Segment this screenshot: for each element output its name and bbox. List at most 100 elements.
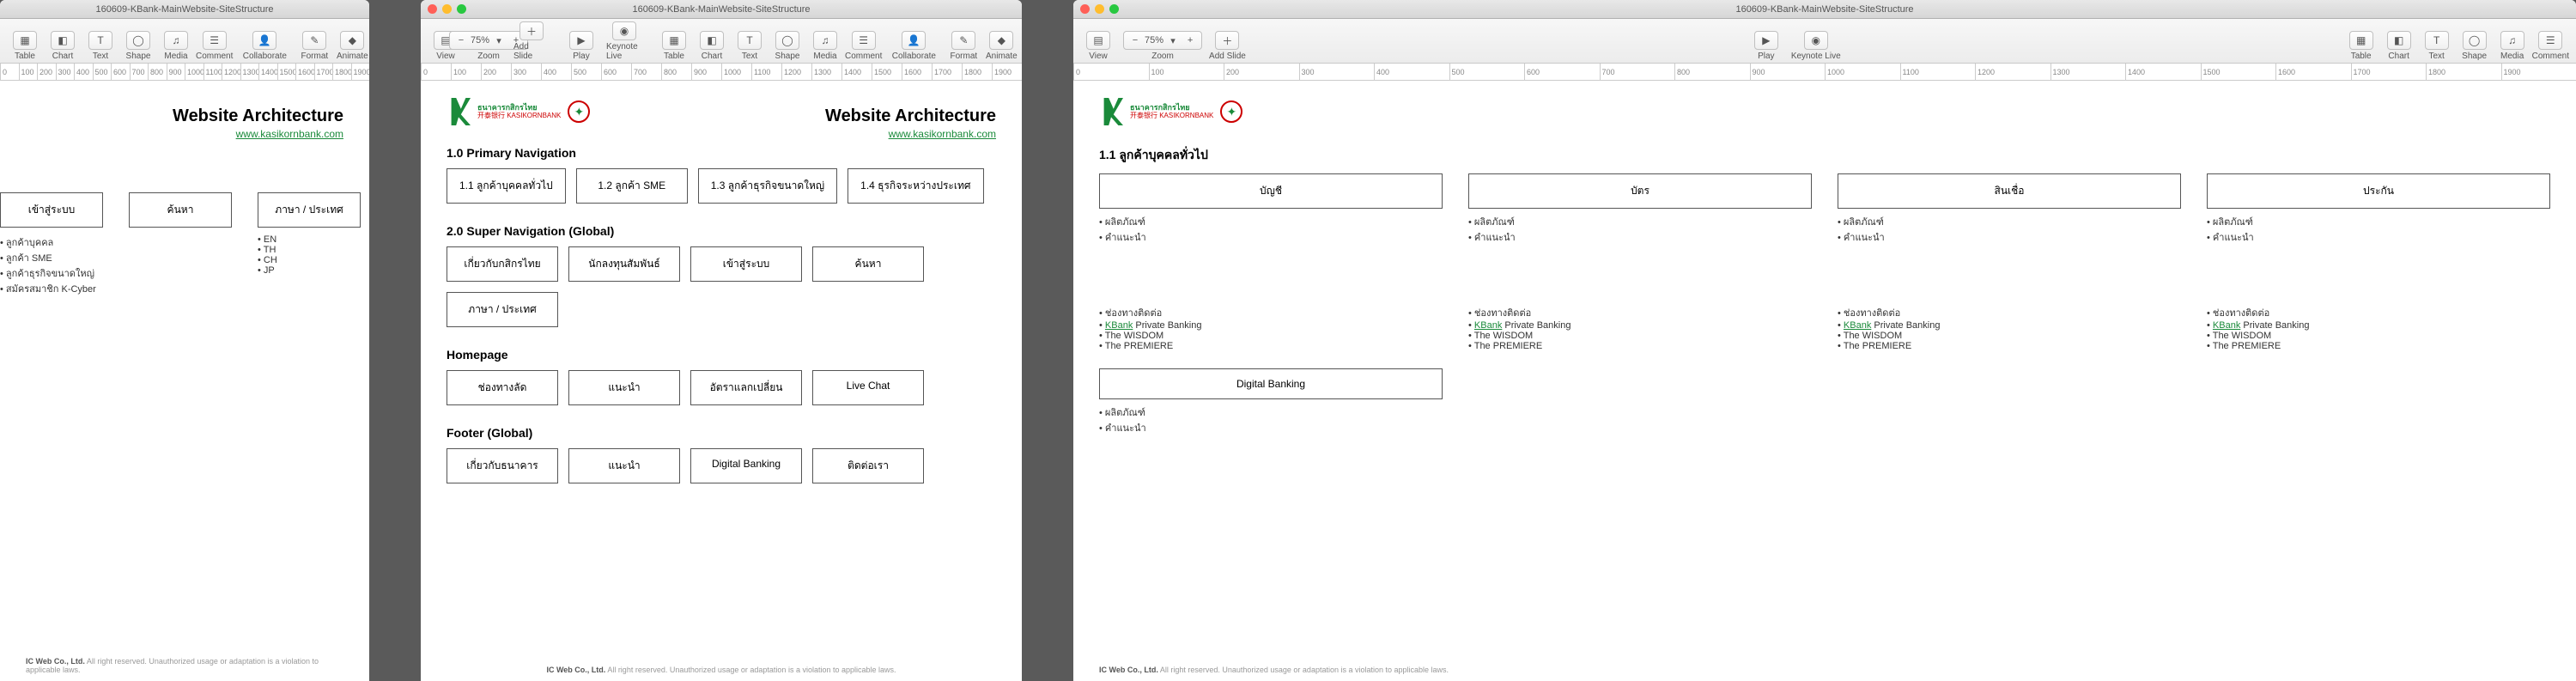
nav-box: 1.1 ลูกค้าบุคคลทั่วไป bbox=[447, 168, 566, 204]
toolbar-text[interactable]: TText bbox=[2419, 31, 2455, 61]
toolbar-media[interactable]: ♫Media bbox=[158, 31, 194, 61]
toolbar: ▤View −75%▾+ Zoom ＋Add Slide ▶Play ◉Keyn… bbox=[1073, 19, 2576, 64]
footer-text: All right reserved. Unauthorized usage o… bbox=[1160, 666, 1449, 674]
comment-icon: ☰ bbox=[2538, 31, 2562, 50]
slide-canvas: ธนาคารกสิกรไทย 开泰银行 KASIKORNBANK ✦ 1.1 ล… bbox=[1073, 81, 2576, 681]
toolbar-shape[interactable]: ◯Shape bbox=[769, 31, 805, 61]
toolbar-add-slide[interactable]: ＋Add Slide bbox=[513, 21, 550, 61]
table-icon: ▦ bbox=[662, 31, 686, 50]
toolbar-table[interactable]: ▦Table bbox=[656, 31, 692, 61]
collaborate-icon: 👤 bbox=[252, 31, 276, 50]
list-item: The WISDOM bbox=[2207, 331, 2550, 341]
toolbar-document[interactable]: ▭Document bbox=[1021, 31, 1022, 61]
seal-icon: ✦ bbox=[568, 100, 590, 123]
toolbar-shape[interactable]: ◯Shape bbox=[2457, 31, 2493, 61]
shape-icon: ◯ bbox=[2463, 31, 2487, 50]
bullet-list: ผลิตภัณฑ์ คำแนะนำ bbox=[1099, 404, 1443, 435]
box-language: ภาษา / ประเทศ bbox=[258, 192, 361, 228]
zoom-icon[interactable] bbox=[1109, 4, 1119, 14]
toolbar-table[interactable]: ▦Table bbox=[2343, 31, 2379, 61]
box-search: ค้นหา bbox=[129, 192, 232, 228]
window-title: 160609-KBank-MainWebsite-SiteStructure bbox=[0, 4, 369, 15]
toolbar-comment[interactable]: ☰Comment bbox=[196, 31, 233, 61]
kbank-logo: ธนาคารกสิกรไทย 开泰银行 KASIKORNBANK ✦ bbox=[1099, 98, 2550, 125]
text-icon: T bbox=[88, 31, 112, 50]
section-heading: 1.1 ลูกค้าบุคคลทั่วไป bbox=[1099, 146, 2550, 165]
nav-box: Digital Banking bbox=[690, 448, 802, 483]
toolbar-collaborate[interactable]: 👤Collaborate bbox=[246, 31, 283, 61]
box-login: เข้าสู่ระบบ bbox=[0, 192, 103, 228]
collaborate-icon: 👤 bbox=[902, 31, 926, 50]
minimize-icon[interactable] bbox=[442, 4, 452, 14]
category-box: บัตร bbox=[1468, 173, 1812, 209]
nav-box: ช่องทางลัด bbox=[447, 370, 558, 405]
toolbar-zoom[interactable]: −75%▾+ Zoom bbox=[471, 31, 507, 61]
section-heading: Homepage bbox=[447, 348, 996, 362]
minimize-icon[interactable] bbox=[1095, 4, 1104, 14]
window-title: 160609-KBank-MainWebsite-SiteStructure bbox=[421, 4, 1022, 15]
list-item: ผลิตภัณฑ์ bbox=[1099, 404, 1443, 420]
close-icon[interactable] bbox=[1080, 4, 1090, 14]
toolbar-media[interactable]: ♫Media bbox=[2494, 31, 2530, 61]
toolbar-chart[interactable]: ◧Chart bbox=[694, 31, 730, 61]
list-item: ลูกค้า SME bbox=[0, 250, 103, 265]
toolbar-play[interactable]: ▶Play bbox=[1748, 31, 1784, 61]
list-item: คำแนะนำ bbox=[2207, 229, 2550, 245]
toolbar-media[interactable]: ♫Media bbox=[807, 31, 843, 61]
toolbar-format[interactable]: ✎Format bbox=[296, 31, 332, 61]
bullet-list: ผลิตภัณฑ์ คำแนะนำ bbox=[1468, 214, 1812, 245]
play-icon: ▶ bbox=[1754, 31, 1778, 50]
page-title: Website Architecture bbox=[825, 106, 996, 126]
window-controls[interactable] bbox=[1073, 4, 1119, 14]
toolbar-animate[interactable]: ◆Animate bbox=[983, 31, 1019, 61]
list-item: ผลิตภัณฑ์ bbox=[1468, 214, 1812, 229]
toolbar-text[interactable]: TText bbox=[82, 31, 118, 61]
toolbar-collaborate[interactable]: 👤Collaborate bbox=[896, 31, 932, 61]
site-url-link[interactable]: www.kasikornbank.com bbox=[889, 128, 996, 140]
toolbar-view[interactable]: ▤View bbox=[1080, 31, 1116, 61]
toolbar-keynote-live[interactable]: ◉Keynote Live bbox=[606, 21, 642, 61]
titlebar: 160609-KBank-MainWebsite-SiteStructure bbox=[1073, 0, 2576, 19]
toolbar-keynote-live[interactable]: ◉Keynote Live bbox=[1791, 31, 1841, 61]
list-item: คำแนะนำ bbox=[1099, 229, 1443, 245]
seal-icon: ✦ bbox=[1220, 100, 1242, 123]
toolbar-comment[interactable]: ☰Comment bbox=[2532, 31, 2569, 61]
toolbar-zoom[interactable]: −75%▾+ Zoom bbox=[1123, 31, 1202, 61]
table-icon: ▦ bbox=[2349, 31, 2373, 50]
logo-text-2: 开泰银行 KASIKORNBANK bbox=[477, 112, 561, 120]
nav-box: เข้าสู่ระบบ bbox=[690, 246, 802, 282]
nav-box: 1.3 ลูกค้าธุรกิจขนาดใหญ่ bbox=[698, 168, 837, 204]
site-url-link[interactable]: www.kasikornbank.com bbox=[236, 128, 343, 140]
list-item: The PREMIERE bbox=[1099, 341, 1443, 351]
toolbar-play[interactable]: ▶Play bbox=[563, 31, 599, 61]
close-icon[interactable] bbox=[428, 4, 437, 14]
nav-box: 1.4 ธุรกิจระหว่างประเทศ bbox=[848, 168, 983, 204]
window-controls[interactable] bbox=[421, 4, 466, 14]
toolbar-chart[interactable]: ◧Chart bbox=[2381, 31, 2417, 61]
toolbar-comment[interactable]: ☰Comment bbox=[845, 31, 882, 61]
toolbar-table[interactable]: ▦Table bbox=[7, 31, 43, 61]
nav-box: แนะนำ bbox=[568, 370, 680, 405]
list-item: KBank Private Banking bbox=[1099, 320, 1443, 331]
toolbar-format[interactable]: ✎Format bbox=[945, 31, 981, 61]
ruler: 0100200300400500600700800900100011001200… bbox=[0, 64, 369, 81]
list-item: KBank Private Banking bbox=[2207, 320, 2550, 331]
keynote-window-a: 160609-KBank-MainWebsite-SiteStructure ▦… bbox=[0, 0, 369, 681]
media-icon: ♫ bbox=[2500, 31, 2524, 50]
ruler: 0100200300400500600700800900100011001200… bbox=[1073, 64, 2576, 81]
bullet-list: ผลิตภัณฑ์ คำแนะนำ bbox=[1838, 214, 2181, 245]
toolbar-shape[interactable]: ◯Shape bbox=[120, 31, 156, 61]
zoom-icon[interactable] bbox=[457, 4, 466, 14]
toolbar-chart[interactable]: ◧Chart bbox=[45, 31, 81, 61]
nav-box: แนะนำ bbox=[568, 448, 680, 483]
toolbar-animate[interactable]: ◆Animate bbox=[334, 31, 369, 61]
zoom-control[interactable]: −75%▾+ bbox=[1123, 31, 1202, 50]
bullet-list: ผลิตภัณฑ์ คำแนะนำ bbox=[1099, 214, 1443, 245]
list-item: ช่องทางติดต่อ bbox=[1099, 305, 1443, 320]
slide-canvas: Website Architecture www.kasikornbank.co… bbox=[0, 81, 369, 681]
toolbar-add-slide[interactable]: ＋Add Slide bbox=[1209, 31, 1246, 61]
titlebar: 160609-KBank-MainWebsite-SiteStructure bbox=[0, 0, 369, 19]
toolbar-text[interactable]: TText bbox=[732, 31, 768, 61]
list-item: ลูกค้าบุคคล bbox=[0, 234, 103, 250]
play-icon: ▶ bbox=[569, 31, 593, 50]
